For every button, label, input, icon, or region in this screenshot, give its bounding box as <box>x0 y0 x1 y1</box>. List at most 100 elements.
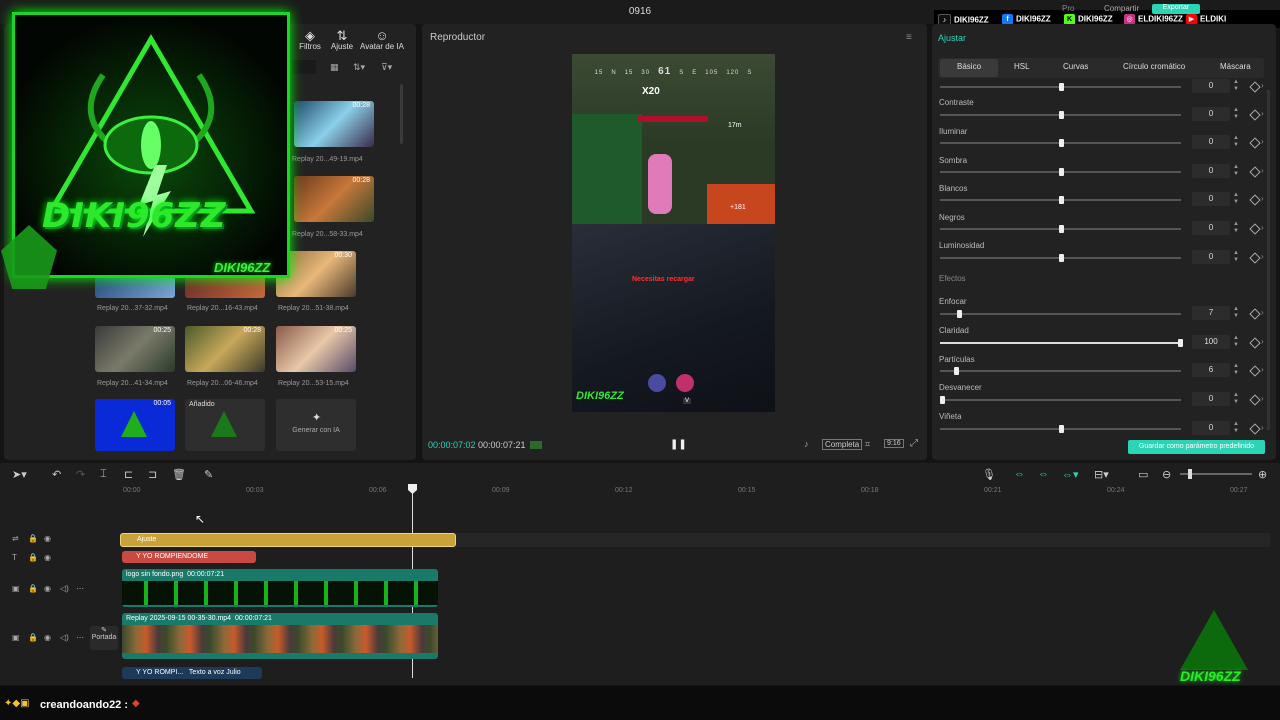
adjust-slider-knob[interactable] <box>957 310 962 318</box>
media-scrollbar[interactable] <box>400 84 403 144</box>
adjust-slider-knob[interactable] <box>940 396 945 404</box>
media-search-input[interactable] <box>292 60 316 74</box>
volume-icon[interactable]: ◁) <box>60 584 69 593</box>
tab-circulo[interactable]: Círculo cromático <box>1123 62 1185 71</box>
link-icon[interactable]: ⇔ <box>1014 468 1025 480</box>
lock-icon[interactable]: 🔒 <box>28 534 38 543</box>
eye-icon[interactable]: ◉ <box>44 584 51 593</box>
adjust-slider-knob[interactable] <box>954 367 959 375</box>
stepper-icon[interactable]: ▲ ▼ <box>1232 392 1240 406</box>
fit-icon[interactable]: ⌗ <box>865 439 870 450</box>
adjust-slider-track[interactable] <box>940 370 1181 372</box>
trim-left-icon[interactable]: ⊏ <box>124 468 133 481</box>
more-icon[interactable]: ⋯ <box>76 633 84 642</box>
media-thumb[interactable]: 00:05 <box>95 399 175 451</box>
adjust-tab[interactable]: ⇅ Ajuste <box>322 28 362 51</box>
next-keyframe-icon[interactable]: › <box>1261 223 1264 232</box>
adjust-value-input[interactable]: 0 <box>1192 79 1230 93</box>
stepper-icon[interactable]: ▲ ▼ <box>1232 306 1240 320</box>
lock-icon[interactable]: 🔒 <box>28 633 38 642</box>
stepper-icon[interactable]: ▲ ▼ <box>1232 164 1240 178</box>
next-keyframe-icon[interactable]: › <box>1261 394 1264 403</box>
adjust-slider-knob[interactable] <box>1059 111 1064 119</box>
cover-button[interactable]: ✎ Portada <box>90 626 118 650</box>
stepper-icon[interactable]: ▲ ▼ <box>1232 363 1240 377</box>
zoom-slider-knob[interactable] <box>1188 469 1192 479</box>
adjust-value-input[interactable]: 0 <box>1192 392 1230 406</box>
tab-mascara[interactable]: Máscara <box>1220 62 1251 71</box>
stepper-icon[interactable]: ▲ ▼ <box>1232 250 1240 264</box>
text-clip[interactable]: Y YO ROMPIENDOME <box>122 551 256 563</box>
adjust-value-input[interactable]: 0 <box>1192 107 1230 121</box>
sort-icon[interactable]: ⇅▾ <box>353 62 365 73</box>
stepper-icon[interactable]: ▲ ▼ <box>1232 221 1240 235</box>
export-button[interactable]: Exportar <box>1152 4 1200 14</box>
next-keyframe-icon[interactable]: › <box>1261 337 1264 346</box>
waveform-icon[interactable] <box>530 441 542 449</box>
media-thumb[interactable] <box>185 276 265 298</box>
next-keyframe-icon[interactable]: › <box>1261 308 1264 317</box>
generate-ai-button[interactable]: ✦ Generar con IA <box>276 399 356 451</box>
stepper-icon[interactable]: ▲ ▼ <box>1232 135 1240 149</box>
adjust-slider-knob[interactable] <box>1059 254 1064 262</box>
zoom-out-icon[interactable]: ⊖ <box>1162 468 1171 481</box>
stepper-icon[interactable]: ▲ ▼ <box>1232 79 1240 93</box>
adjust-slider-knob[interactable] <box>1059 83 1064 91</box>
lock-icon[interactable]: 🔒 <box>28 584 38 593</box>
select-tool-icon[interactable]: ➤▾ <box>12 468 27 481</box>
media-thumb[interactable]: 00:25 <box>95 326 175 372</box>
magic-icon[interactable]: ✎ <box>204 468 213 481</box>
adjust-value-input[interactable]: 0 <box>1192 135 1230 149</box>
next-keyframe-icon[interactable]: › <box>1261 194 1264 203</box>
adjust-value-input[interactable]: 0 <box>1192 421 1230 435</box>
adjust-slider-knob[interactable] <box>1059 425 1064 433</box>
volume-icon[interactable]: ◁) <box>60 633 69 642</box>
ai-avatar-tab[interactable]: ☺ Avatar de IA <box>360 28 404 51</box>
eye-icon[interactable]: ◉ <box>44 633 51 642</box>
video-preview[interactable]: 15 N 15 30 61 S E 105 120 S X20 17m +181… <box>572 54 775 412</box>
filter-icon[interactable]: ⊽▾ <box>381 62 392 73</box>
eye-icon[interactable]: ◉ <box>44 553 51 562</box>
adjust-value-input[interactable]: 0 <box>1192 192 1230 206</box>
tab-curvas[interactable]: Curvas <box>1063 62 1088 71</box>
media-thumb[interactable]: Añadido <box>185 399 265 451</box>
media-thumb[interactable]: 00:28 <box>294 101 374 147</box>
stepper-icon[interactable]: ▲ ▼ <box>1232 335 1240 349</box>
stepper-icon[interactable]: ▲ ▼ <box>1232 421 1240 435</box>
adjust-slider-knob[interactable] <box>1178 339 1183 347</box>
grid-view-icon[interactable]: ▦ <box>330 62 339 73</box>
eye-icon[interactable]: ◉ <box>44 534 51 543</box>
snap-icon[interactable]: ⇔▾ <box>1062 468 1079 481</box>
share-button[interactable]: Compartir <box>1104 4 1139 13</box>
player-menu-icon[interactable]: ≡ <box>906 32 912 43</box>
media-thumb[interactable]: 00:28 <box>294 176 374 222</box>
more-icon[interactable]: ⋯ <box>76 584 84 593</box>
ratio-button[interactable]: 9:16 <box>884 439 904 448</box>
full-quality-button[interactable]: Completa <box>822 439 863 450</box>
adjust-slider-track[interactable] <box>940 399 1181 401</box>
media-thumb[interactable]: 00:25 <box>276 326 356 372</box>
save-preset-button[interactable]: Guardar como parámetro predefinido <box>1128 440 1265 454</box>
microphone-icon[interactable]: 🎙 <box>982 468 996 481</box>
tab-hsl[interactable]: HSL <box>1014 62 1030 71</box>
adjust-value-input[interactable]: 0 <box>1192 164 1230 178</box>
next-keyframe-icon[interactable]: › <box>1261 423 1264 432</box>
redo-icon[interactable]: ↷ <box>76 468 85 481</box>
pause-button[interactable]: ❚❚ <box>670 439 687 450</box>
next-keyframe-icon[interactable]: › <box>1261 166 1264 175</box>
adjust-value-input[interactable]: 0 <box>1192 250 1230 264</box>
media-thumb[interactable] <box>95 276 175 298</box>
zoom-in-icon[interactable]: ⊕ <box>1258 468 1267 481</box>
next-keyframe-icon[interactable]: › <box>1261 252 1264 261</box>
next-keyframe-icon[interactable]: › <box>1261 137 1264 146</box>
adjust-value-input[interactable]: 0 <box>1192 221 1230 235</box>
adjust-slider-knob[interactable] <box>1059 225 1064 233</box>
split-icon[interactable]: ⌶ <box>100 468 107 481</box>
logo-clip[interactable]: logo sin fondo.png 00:00:07:21 <box>122 569 438 607</box>
adjust-clip[interactable]: Ajuste <box>120 533 456 547</box>
adjust-value-input[interactable]: 6 <box>1192 363 1230 377</box>
adjust-value-input[interactable]: 7 <box>1192 306 1230 320</box>
next-keyframe-icon[interactable]: › <box>1261 81 1264 90</box>
adjust-slider-knob[interactable] <box>1059 139 1064 147</box>
magnet-icon[interactable]: ⇔ <box>1038 468 1049 480</box>
